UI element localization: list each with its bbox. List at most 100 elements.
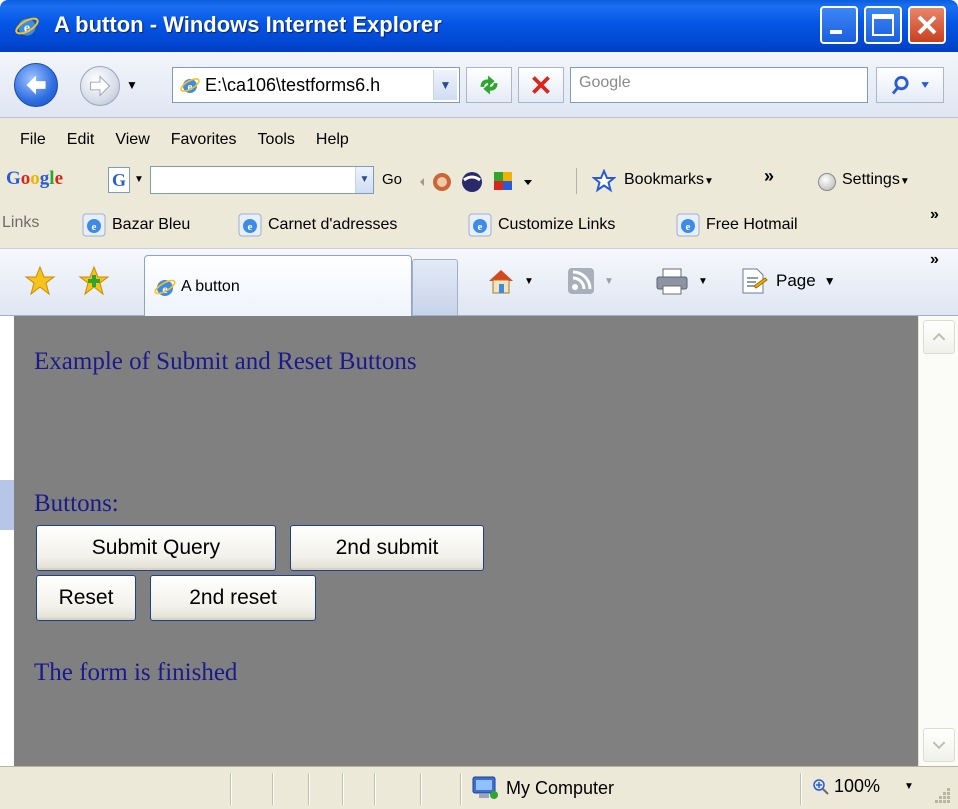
menu-file[interactable]: File — [10, 131, 57, 149]
home-icon — [489, 270, 513, 294]
second-reset-button[interactable]: 2nd reset — [150, 575, 316, 621]
google-menu-caret[interactable]: ▼ — [134, 174, 144, 185]
vertical-scrollbar[interactable] — [918, 316, 958, 766]
close-button[interactable] — [908, 6, 946, 44]
home-dropdown[interactable]: ▼ — [524, 276, 534, 287]
links-bar: Links e Bazar Bleu e Carnet d'adresses e… — [0, 202, 958, 248]
menu-help[interactable]: Help — [306, 131, 360, 149]
rss-icon — [568, 268, 594, 294]
computer-icon — [472, 776, 498, 799]
print-dropdown[interactable]: ▼ — [698, 276, 708, 287]
link-carnet-adresses[interactable]: e Carnet d'adresses — [238, 213, 397, 237]
new-tab-button[interactable] — [412, 259, 458, 315]
bookmarks-menu[interactable]: Bookmarks▼ — [624, 171, 714, 189]
forward-button[interactable] — [80, 66, 120, 106]
buttons-label: Buttons: — [34, 490, 119, 517]
link-free-hotmail[interactable]: e Free Hotmail — [676, 213, 798, 237]
minimize-button[interactable] — [820, 6, 858, 44]
reset-button[interactable]: Reset — [36, 575, 136, 621]
tab-a-button[interactable]: e A button — [144, 255, 412, 317]
page-content: Example of Submit and Reset Buttons Butt… — [14, 316, 918, 766]
menu-bar: File Edit View Favorites Tools Help — [0, 118, 958, 162]
address-bar[interactable]: e E:\ca106\testforms6.h ▼ — [172, 67, 460, 103]
minimize-icon — [830, 30, 842, 34]
search-icon — [891, 76, 929, 95]
submit-query-button[interactable]: Submit Query — [36, 525, 276, 571]
security-zone[interactable]: My Computer — [470, 775, 614, 801]
feeds-button[interactable]: ▼ — [566, 263, 614, 299]
print-icon — [656, 268, 688, 295]
svg-text:e: e — [92, 221, 97, 233]
google-logo: Google — [6, 168, 63, 189]
google-toolbar: Google G ▼ ▼ Go Bookmarks▼ » Settings▼ — [0, 162, 958, 202]
menu-tools[interactable]: Tools — [248, 131, 306, 149]
favorites-star-icon[interactable] — [24, 265, 56, 297]
svg-text:e: e — [478, 221, 483, 233]
feeds-dropdown[interactable]: ▼ — [604, 276, 614, 287]
google-menu-button[interactable]: G — [108, 167, 130, 193]
home-button[interactable]: ▼ — [486, 263, 534, 299]
bookmark-star-icon[interactable] — [592, 169, 616, 193]
google-search-dropdown[interactable]: ▼ — [355, 167, 373, 193]
svg-text:e: e — [686, 221, 691, 233]
menu-favorites[interactable]: Favorites — [161, 131, 248, 149]
status-divider — [374, 773, 375, 805]
address-url[interactable]: E:\ca106\testforms6.h — [205, 75, 423, 96]
chevron-down-icon — [932, 741, 946, 750]
title-bar[interactable]: e A button - Windows Internet Explorer — [0, 0, 958, 52]
ie-icon: e — [238, 213, 262, 237]
settings-icon — [818, 173, 836, 191]
ie-icon: e — [154, 279, 176, 296]
status-divider — [342, 773, 343, 805]
zoom-dropdown[interactable]: ▼ — [904, 781, 914, 792]
google-go-button[interactable]: Go — [382, 171, 402, 188]
search-button[interactable] — [876, 67, 944, 103]
navigation-bar: ▼ e E:\ca106\testforms6.h ▼ Google — [0, 52, 958, 118]
menu-view[interactable]: View — [105, 131, 160, 149]
status-bar: My Computer 100% ▼ — [0, 766, 958, 809]
page-ie-icon: e — [180, 78, 200, 93]
commandbar-more[interactable]: » — [930, 251, 939, 269]
svg-text:e: e — [24, 21, 30, 36]
ie-icon: e — [15, 17, 39, 37]
link-bazar-bleu[interactable]: e Bazar Bleu — [82, 213, 190, 237]
ie-icon: e — [676, 213, 700, 237]
settings-menu[interactable]: Settings▼ — [842, 171, 910, 189]
page-menu-label: Page — [776, 271, 816, 290]
resize-grip-icon[interactable] — [930, 785, 952, 805]
print-button[interactable]: ▼ — [654, 263, 708, 299]
history-dropdown[interactable]: ▼ — [126, 78, 138, 92]
links-label: Links — [2, 214, 40, 231]
google-toolbar-more[interactable]: » — [764, 166, 774, 187]
google-toolbar-icons[interactable] — [416, 168, 566, 196]
back-arrow-icon — [26, 75, 46, 95]
scroll-down-button[interactable] — [923, 728, 955, 762]
refresh-button[interactable] — [466, 67, 512, 103]
page-heading: Example of Submit and Reset Buttons — [34, 348, 417, 375]
window-title: A button - Windows Internet Explorer — [54, 12, 442, 37]
zoom-icon — [813, 778, 829, 795]
page-menu-button[interactable]: Page ▼ — [738, 263, 836, 299]
zoom-control[interactable]: 100% — [812, 776, 880, 797]
scroll-up-button[interactable] — [923, 320, 955, 354]
add-favorites-icon[interactable] — [78, 265, 110, 297]
stop-button[interactable] — [518, 67, 564, 103]
status-divider — [460, 773, 461, 805]
maximize-icon — [872, 14, 894, 36]
tab-label: A button — [181, 277, 240, 295]
address-dropdown[interactable]: ▼ — [433, 70, 457, 100]
maximize-button[interactable] — [864, 6, 902, 44]
back-button[interactable] — [14, 63, 58, 107]
link-customize-links[interactable]: e Customize Links — [468, 213, 615, 237]
refresh-icon — [480, 75, 498, 95]
chevron-up-icon — [932, 332, 946, 341]
svg-text:e: e — [248, 221, 253, 233]
links-more[interactable]: » — [930, 206, 939, 224]
second-submit-button[interactable]: 2nd submit — [290, 525, 484, 571]
menu-edit[interactable]: Edit — [57, 131, 106, 149]
search-input[interactable]: Google — [570, 67, 868, 103]
status-divider — [272, 773, 273, 805]
google-search-input[interactable]: ▼ — [150, 166, 374, 194]
browser-window: e A button - Windows Internet Explorer ▼… — [0, 0, 958, 809]
toolbar-separator — [576, 168, 577, 194]
